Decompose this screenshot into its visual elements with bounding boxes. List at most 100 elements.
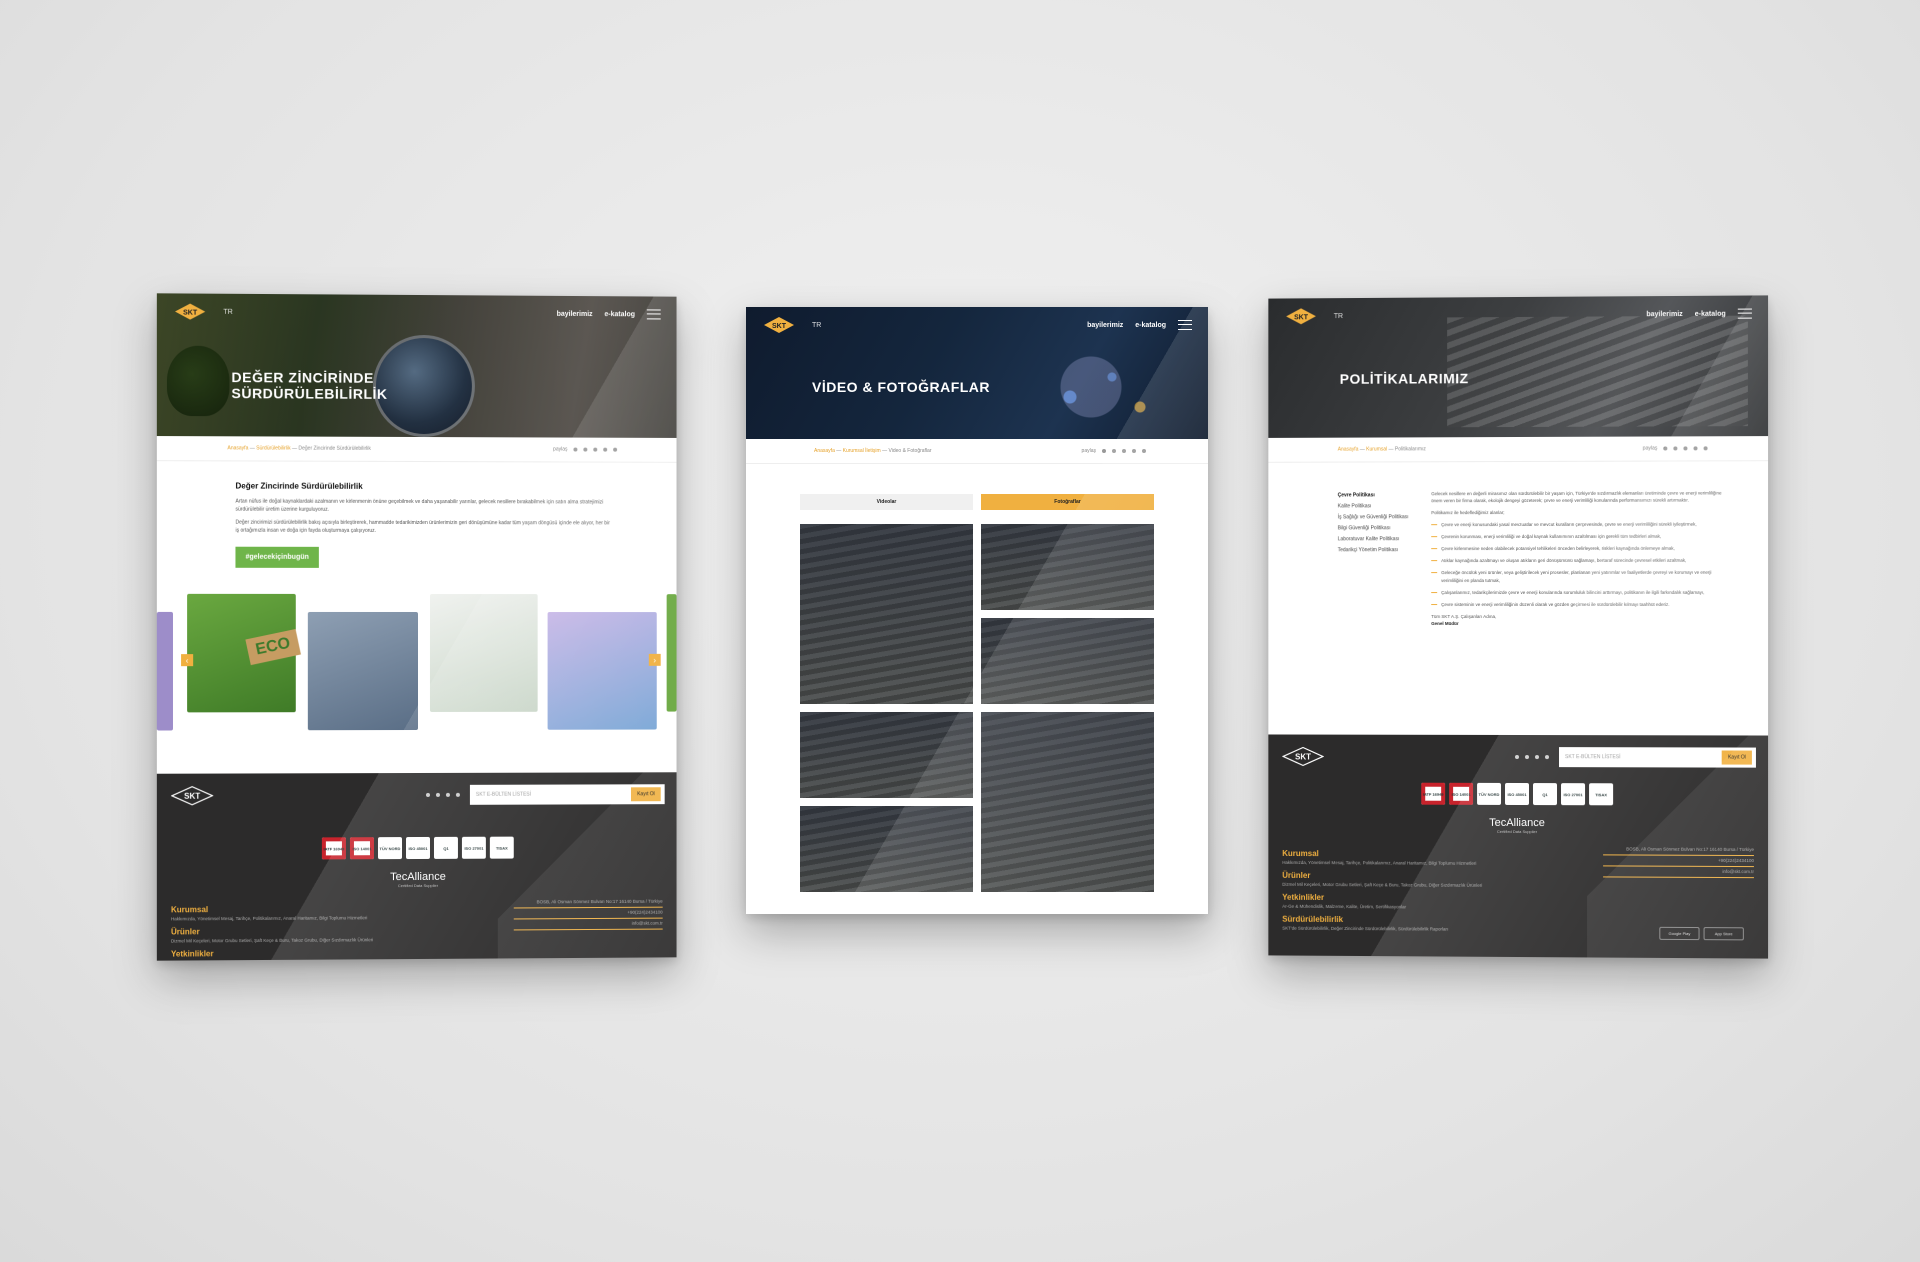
linkedin-icon[interactable]	[435, 792, 440, 797]
breadcrumb-parent[interactable]: Kurumsal İletişim	[843, 448, 881, 454]
skt-logo[interactable]: SKT	[1284, 306, 1318, 326]
footer-logo[interactable]: SKT	[1282, 746, 1324, 766]
catalog-link[interactable]: e-katalog	[604, 311, 634, 318]
gallery-page-mockup: SKT TR bayilerimiz e-katalog VİDEO & FOT…	[746, 307, 1208, 914]
footer-heading[interactable]: Yetkinlikler	[171, 947, 514, 958]
footer-logo[interactable]: SKT	[171, 786, 213, 806]
linkedin-icon[interactable]	[1693, 446, 1698, 451]
menu-icon[interactable]	[646, 309, 661, 320]
top-navbar: SKT TR bayilerimiz e-katalog	[1268, 295, 1768, 334]
footer-address: BOSB, Ali Osman Sönmez Bulvarı No:17 161…	[513, 896, 663, 909]
gallery-photo[interactable]	[981, 618, 1154, 704]
twitter-icon[interactable]	[1673, 446, 1678, 451]
twitter-icon[interactable]	[1112, 449, 1116, 453]
footer-address: BOSB, Ali Osman Sönmez Bulvarı No:17 161…	[1603, 844, 1754, 856]
newsletter-input[interactable]: SKT E-BÜLTEN LİSTESİ	[476, 791, 631, 798]
policy-item: Çevre kirlenmesine neden olabilecek pota…	[1431, 545, 1728, 553]
tab-videos[interactable]: Videolar	[800, 494, 973, 510]
footer-phone[interactable]: +90(224)2434100	[1603, 855, 1754, 867]
slider-next-icon[interactable]: ›	[648, 653, 661, 666]
breadcrumb-home[interactable]: Anasayfa	[1338, 447, 1359, 453]
gallery-photo[interactable]	[981, 712, 1154, 892]
gallery-photo[interactable]	[800, 712, 973, 798]
policy-menu-item[interactable]: Kalite Politikası	[1338, 501, 1431, 512]
facebook-icon[interactable]	[425, 792, 430, 797]
youtube-icon[interactable]	[1544, 755, 1550, 760]
policy-menu-item[interactable]: Tedarikçi Yönetim Politikası	[1338, 545, 1431, 556]
twitter-icon[interactable]	[583, 447, 588, 452]
skt-logo[interactable]: SKT	[762, 315, 796, 335]
footer-heading[interactable]: Kurumsal	[1282, 849, 1603, 859]
footer-link-list[interactable]: Ar-Ge & Mühendislik, Malzeme, Kalite, Ür…	[1282, 904, 1603, 911]
skt-logo[interactable]: SKT	[173, 301, 207, 321]
language-switch[interactable]: TR	[223, 308, 232, 315]
linkedin-icon[interactable]	[603, 447, 608, 452]
dealers-link[interactable]: bayilerimiz	[1087, 322, 1123, 329]
breadcrumb-parent[interactable]: Kurumsal	[1366, 446, 1387, 452]
footer-heading[interactable]: Sürdürülebilirlik	[1282, 915, 1603, 926]
language-switch[interactable]: TR	[812, 322, 821, 329]
footer-link-list[interactable]: Hakkımızda, Yönetimsel Mesaj, Tarihçe, P…	[1282, 860, 1603, 866]
svg-text:SKT: SKT	[1294, 314, 1309, 321]
footer-link-list[interactable]: Dizmel Mil Keçeleri, Motor Grubu Setleri…	[171, 936, 514, 943]
language-switch[interactable]: TR	[1334, 313, 1343, 320]
instagram-icon[interactable]	[1534, 755, 1539, 760]
social-links	[425, 792, 460, 797]
pinterest-icon[interactable]	[1122, 449, 1126, 453]
linkedin-icon[interactable]	[1524, 755, 1529, 760]
tab-photos[interactable]: Fotoğraflar	[981, 494, 1154, 510]
linkedin-icon[interactable]	[1132, 449, 1136, 453]
catalog-link[interactable]: e-katalog	[1135, 322, 1166, 329]
footer-link-list[interactable]: Hakkımızda, Yönetimsel Mesaj, Tarihçe, P…	[171, 914, 514, 921]
menu-icon[interactable]	[1178, 320, 1192, 330]
social-links	[1515, 754, 1550, 760]
mail-icon[interactable]	[1142, 449, 1146, 453]
mail-icon[interactable]	[613, 447, 618, 452]
newsletter-input[interactable]: SKT E-BÜLTEN LİSTESİ	[1565, 754, 1722, 760]
footer-email[interactable]: info@skt.com.tr	[1603, 866, 1754, 878]
pinterest-icon[interactable]	[593, 447, 598, 452]
footer-heading[interactable]: Ürünler	[1282, 871, 1603, 882]
policy-text: Gelecek nesillere en değerli mirasımız o…	[1431, 489, 1728, 627]
gallery-photo[interactable]	[981, 524, 1154, 610]
menu-icon[interactable]	[1737, 308, 1752, 319]
facebook-icon[interactable]	[1663, 446, 1668, 451]
footer-link-list[interactable]: Dizmel Mil Keçeleri, Motor Grubu Setleri…	[1282, 882, 1603, 889]
catalog-link[interactable]: e-katalog	[1695, 310, 1726, 317]
app-store-button[interactable]: App Store	[1703, 927, 1744, 941]
pinterest-icon[interactable]	[1683, 446, 1688, 451]
dealers-link[interactable]: bayilerimiz	[1646, 310, 1682, 317]
policy-menu-item[interactable]: Laboratuvar Kalite Politikası	[1338, 534, 1431, 545]
google-play-button[interactable]: Google Play	[1659, 926, 1700, 941]
slider-prev-icon[interactable]: ‹	[181, 654, 194, 667]
footer-heading[interactable]: Yetkinlikler	[1282, 893, 1603, 904]
gallery-photo[interactable]	[800, 806, 973, 892]
footer-email[interactable]: info@skt.com.tr	[513, 918, 663, 931]
facebook-icon[interactable]	[1102, 449, 1106, 453]
dealers-link[interactable]: bayilerimiz	[557, 310, 593, 317]
newsletter-submit-button[interactable]: Kayıt Ol	[1721, 750, 1752, 765]
facebook-icon[interactable]	[1515, 754, 1519, 760]
breadcrumb-parent[interactable]: Sürdürülebilirlik	[256, 445, 290, 451]
policy-list-title: Politikamız ile hedeflediğimiz alanlar;	[1431, 510, 1505, 516]
cert-badge: Q1	[1532, 783, 1558, 806]
policy-menu-item[interactable]: Çevre Politikası	[1338, 490, 1431, 501]
footer-phone[interactable]: +90(224)2434100	[513, 907, 663, 920]
cert-badge: ISO 45001	[406, 836, 430, 860]
instagram-icon[interactable]	[445, 792, 450, 797]
breadcrumb-home[interactable]: Anasayfa	[814, 448, 835, 454]
policy-item: Geleceğe öncülük yeni ürünler, veya geli…	[1431, 569, 1728, 584]
footer-link-list[interactable]: SKT'de Sürdürülebilirlik, Değer Zincirin…	[1282, 926, 1603, 933]
gallery-section: Videolar Fotoğraflar	[746, 464, 1208, 892]
gallery-photo[interactable]	[800, 524, 973, 704]
footer-heading[interactable]: Kurumsal	[171, 903, 514, 914]
policy-menu-item[interactable]: İş Sağlığı ve Güvenliği Politikası	[1338, 512, 1431, 523]
footer-heading[interactable]: Ürünler	[171, 925, 514, 936]
youtube-icon[interactable]	[455, 792, 460, 797]
policy-menu-item[interactable]: Bilgi Güvenliği Politikası	[1338, 523, 1431, 534]
newsletter-submit-button[interactable]: Kayıt Ol	[631, 787, 661, 802]
cert-badge: ISO 45001	[1505, 782, 1529, 806]
facebook-icon[interactable]	[573, 447, 578, 452]
mail-icon[interactable]	[1703, 446, 1708, 451]
breadcrumb-home[interactable]: Anasayfa	[227, 445, 248, 451]
